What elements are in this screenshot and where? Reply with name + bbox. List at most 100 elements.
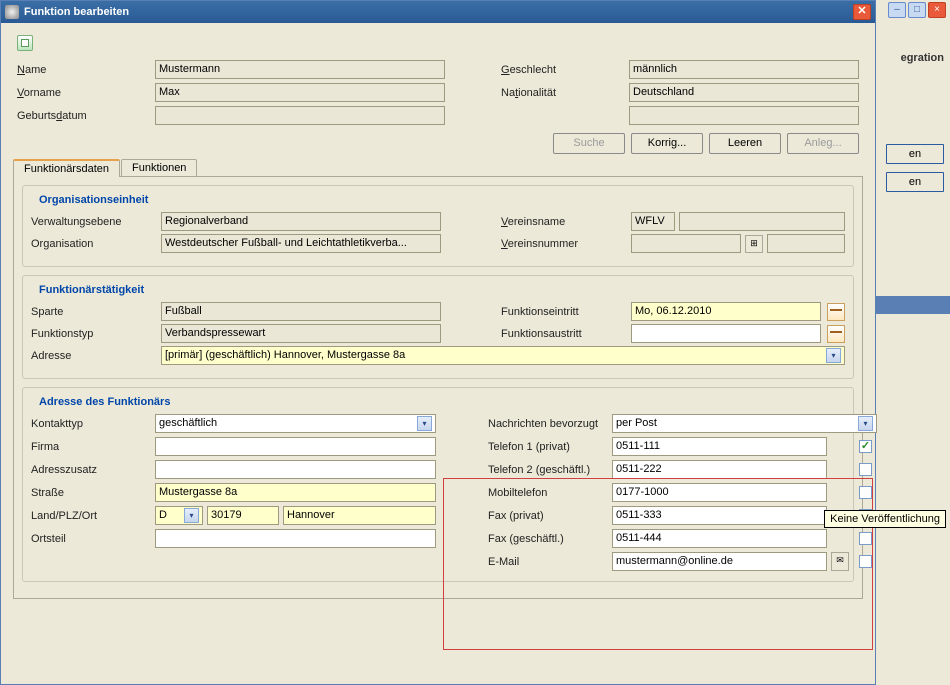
title-bar: Funktion bearbeiten ✕ — [1, 1, 875, 23]
bg-max-button[interactable]: □ — [908, 2, 926, 18]
email-field[interactable]: mustermann@online.de — [612, 552, 827, 571]
vorname-field[interactable]: Max — [155, 83, 445, 102]
chevron-down-icon[interactable]: ▾ — [826, 348, 841, 363]
strasse-field[interactable]: Mustergasse 8a — [155, 483, 436, 502]
vorname-label: Vorname — [17, 87, 147, 99]
group-taetigkeit: Funktionärstätigkeit Sparte Fußball Funk… — [22, 275, 854, 379]
telefon2-label: Telefon 2 (geschäftl.) — [488, 464, 608, 476]
ortsteil-field[interactable] — [155, 529, 436, 548]
vereinsname-code-field: WFLV — [631, 212, 675, 231]
vereinsnummer-label: Vereinsnummer — [501, 238, 621, 250]
tooltip-keine-veroeffentlichung: Keine Veröffentlichung — [824, 510, 946, 528]
email-label: E-Mail — [488, 556, 608, 568]
email-checkbox[interactable] — [859, 555, 872, 568]
tab-panel: Organisationseinheit Verwaltungsebene Re… — [13, 176, 863, 599]
firma-field[interactable] — [155, 437, 436, 456]
telefon2-field[interactable]: 0511-222 — [612, 460, 827, 479]
funktionstyp-label: Funktionstyp — [31, 328, 151, 340]
chevron-down-icon[interactable]: ▾ — [858, 416, 873, 431]
vereinsnummer-field — [631, 234, 741, 253]
telefon1-checkbox[interactable]: ✓ — [859, 440, 872, 453]
adresszusatz-field[interactable] — [155, 460, 436, 479]
adresse-dropdown[interactable]: [primär] (geschäftlich) Hannover, Muster… — [161, 346, 845, 365]
bg-title-fragment: egration — [901, 52, 944, 64]
tab-funktionen[interactable]: Funktionen — [121, 159, 197, 176]
vereinsnummer-lookup-icon[interactable]: ⊞ — [745, 235, 763, 253]
search-button-row: Suche Korrig... Leeren Anleg... — [9, 127, 867, 156]
bg-window-controls: – □ × — [888, 2, 946, 18]
nachrichten-label: Nachrichten bevorzugt — [488, 418, 608, 430]
funktionstyp-field: Verbandspressewart — [161, 324, 441, 343]
funktionseintritt-label: Funktionseintritt — [501, 306, 621, 318]
background-window — [874, 0, 950, 685]
mobiltelefon-field[interactable]: 0177-1000 — [612, 483, 827, 502]
geburtsdatum-label: Geburtsdatum — [17, 110, 147, 122]
adresszusatz-label: Adresszusatz — [31, 464, 151, 476]
window-title: Funktion bearbeiten — [24, 6, 853, 18]
geburtsdatum-field[interactable] — [155, 106, 445, 125]
land-dropdown[interactable]: D ▾ — [155, 506, 203, 525]
kontakttyp-value: geschäftlich — [159, 415, 217, 432]
plz-field[interactable]: 30179 — [207, 506, 279, 525]
person-form: Name Mustermann Geschlecht männlich Vorn… — [9, 58, 867, 127]
kontakttyp-label: Kontakttyp — [31, 418, 151, 430]
korrig-button[interactable]: Korrig... — [631, 133, 703, 154]
firma-label: Firma — [31, 441, 151, 453]
bg-button-1[interactable]: en — [886, 144, 944, 164]
leeren-button[interactable]: Leeren — [709, 133, 781, 154]
tab-funktionaersdaten[interactable]: Funktionärsdaten — [13, 159, 120, 177]
suche-button: Suche — [553, 133, 625, 154]
nationalitaet-field[interactable]: Deutschland — [629, 83, 859, 102]
window-icon — [5, 5, 19, 19]
vereinsnummer-display — [767, 234, 845, 253]
adresse-value: [primär] (geschäftlich) Hannover, Muster… — [165, 347, 405, 364]
group-organisation-title: Organisationseinheit — [35, 194, 152, 206]
faxgeschaeftl-checkbox[interactable] — [859, 532, 872, 545]
strasse-label: Straße — [31, 487, 151, 499]
faxgeschaeftl-label: Fax (geschäftl.) — [488, 533, 608, 545]
funktionsaustritt-label: Funktionsaustritt — [501, 328, 621, 340]
group-organisation: Organisationseinheit Verwaltungsebene Re… — [22, 185, 854, 267]
land-value: D — [159, 507, 167, 524]
organisation-field: Westdeutscher Fußball- und Leichtathleti… — [161, 234, 441, 253]
telefon1-field[interactable]: 0511-111 — [612, 437, 827, 456]
funktionseintritt-field[interactable]: Mo, 06.12.2010 — [631, 302, 821, 321]
bg-close-button[interactable]: × — [928, 2, 946, 18]
chevron-down-icon[interactable]: ▾ — [417, 416, 432, 431]
kontakttyp-dropdown[interactable]: geschäftlich ▾ — [155, 414, 436, 433]
landplzort-label: Land/PLZ/Ort — [31, 510, 151, 522]
mobiltelefon-checkbox[interactable] — [859, 486, 872, 499]
save-icon[interactable] — [17, 35, 33, 51]
faxprivat-field[interactable]: 0511-333 — [612, 506, 827, 525]
geschlecht-field[interactable]: männlich — [629, 60, 859, 79]
chevron-down-icon[interactable]: ▾ — [184, 508, 199, 523]
funktionseintritt-datepicker-icon[interactable] — [827, 303, 845, 321]
bg-highlight-strip — [874, 296, 950, 314]
sparte-field: Fußball — [161, 302, 441, 321]
faxgeschaeftl-field[interactable]: 0511-444 — [612, 529, 827, 548]
faxprivat-label: Fax (privat) — [488, 510, 608, 522]
group-adresse: Adresse des Funktionärs Kontakttyp gesch… — [22, 387, 854, 582]
funktionsaustritt-datepicker-icon[interactable] — [827, 325, 845, 343]
funktionsaustritt-field[interactable] — [631, 324, 821, 343]
nachrichten-value: per Post — [616, 415, 657, 432]
name-field[interactable]: Mustermann — [155, 60, 445, 79]
group-taetigkeit-title: Funktionärstätigkeit — [35, 284, 148, 296]
telefon2-checkbox[interactable] — [859, 463, 872, 476]
organisation-label: Organisation — [31, 238, 151, 250]
verwaltungsebene-label: Verwaltungsebene — [31, 216, 151, 228]
bg-min-button[interactable]: – — [888, 2, 906, 18]
bg-button-2[interactable]: en — [886, 172, 944, 192]
geburtsdatum-display — [629, 106, 859, 125]
mobiltelefon-label: Mobiltelefon — [488, 487, 608, 499]
close-icon[interactable]: ✕ — [853, 4, 871, 20]
email-send-icon[interactable]: ✉ — [831, 552, 849, 571]
geschlecht-label: Geschlecht — [501, 64, 621, 76]
dialog-window: Funktion bearbeiten ✕ Name Mustermann Ge… — [0, 0, 876, 685]
group-adresse-title: Adresse des Funktionärs — [35, 396, 174, 408]
vereinsname-label: Vereinsname — [501, 216, 621, 228]
tabs: Funktionärsdaten Funktionen Organisation… — [9, 158, 867, 599]
nationalitaet-label: Nationalität — [501, 87, 621, 99]
nachrichten-dropdown[interactable]: per Post ▾ — [612, 414, 877, 433]
ort-field[interactable]: Hannover — [283, 506, 436, 525]
